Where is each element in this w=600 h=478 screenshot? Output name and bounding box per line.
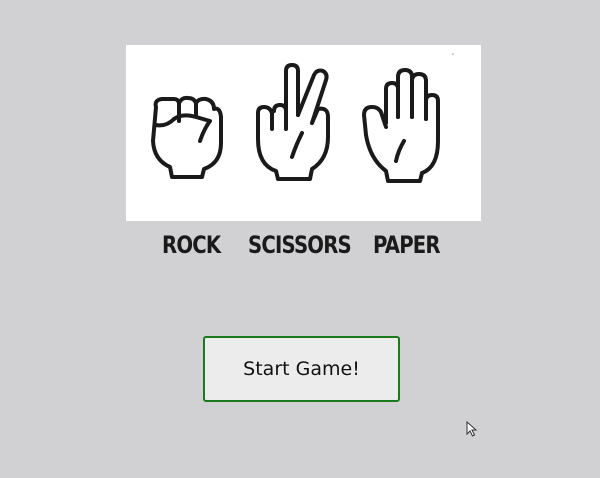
paper-hand-icon	[362, 68, 440, 183]
hands-illustration	[151, 53, 454, 183]
mouse-cursor-icon	[466, 421, 478, 437]
scissors-hand-icon	[256, 63, 330, 181]
rock-paper-scissors-banner: ROCK SCISSORS PAPER	[126, 45, 481, 259]
paper-label: PAPER	[373, 231, 441, 259]
rock-fist-icon	[151, 95, 223, 179]
game-screen: ROCK SCISSORS PAPER Start Game!	[0, 0, 600, 478]
rock-label: ROCK	[162, 231, 221, 259]
scissors-label: SCISSORS	[248, 231, 352, 259]
start-game-button[interactable]: Start Game!	[203, 336, 400, 402]
